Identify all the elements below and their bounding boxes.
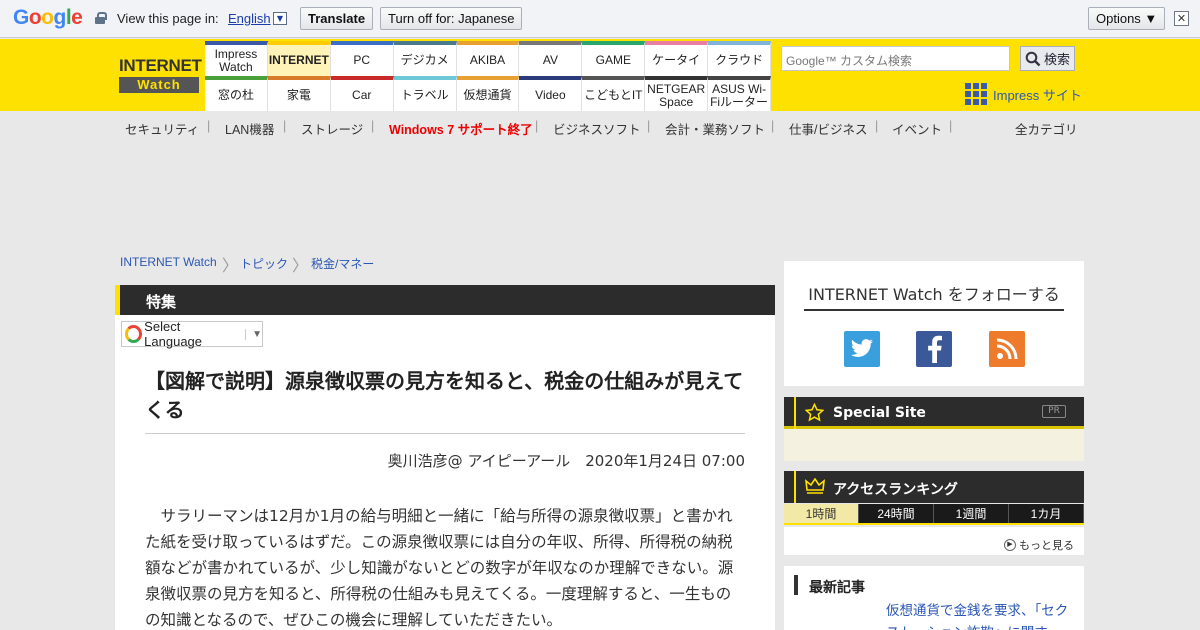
category-link[interactable]: 会計・業務ソフト <box>665 119 765 138</box>
turn-off-button[interactable]: Turn off for: Japanese <box>380 7 523 30</box>
follow-box: INTERNET Watch をフォローする <box>784 261 1084 386</box>
tab-24hours[interactable]: 24時間 <box>859 504 934 523</box>
nav-item[interactable]: デジカメ <box>393 41 457 76</box>
category-link[interactable]: イベント <box>892 119 942 138</box>
divider <box>145 433 745 434</box>
latest-articles: 最新記事 仮想通貨で金銭を要求、「セクストーション詐欺」に関す <box>784 566 1084 630</box>
nav-item[interactable]: トラベル <box>393 76 457 111</box>
star-icon <box>805 403 824 422</box>
article-title: 【図解で説明】源泉徴収票の見方を知ると、税金の仕組みが見えてくる <box>145 369 744 422</box>
ranking-tabs: 1時間 24時間 1週間 1カ月 <box>784 504 1084 525</box>
breadcrumb-link[interactable]: トピック <box>240 255 288 272</box>
nav-item[interactable]: NETGEAR Space <box>645 76 709 111</box>
facebook-icon[interactable] <box>916 331 952 367</box>
category-link[interactable]: LAN機器 <box>225 119 274 138</box>
latest-article-link[interactable]: 仮想通貨で金銭を要求、「セクストーション詐欺」に関す <box>886 600 1076 630</box>
search-input[interactable]: Google™ カスタム検索 <box>781 46 1010 71</box>
breadcrumb-link[interactable]: 税金/マネー <box>311 255 374 272</box>
translate-button[interactable]: Translate <box>300 7 374 30</box>
nav-item[interactable]: GAME <box>582 41 646 76</box>
nav-item[interactable]: こどもとIT <box>582 76 646 111</box>
search-icon <box>1025 51 1041 66</box>
nav-item[interactable]: 家電 <box>267 76 331 111</box>
nav-item[interactable]: クラウド <box>708 41 772 76</box>
article-thumbnail[interactable] <box>804 602 876 630</box>
ranking-header: アクセスランキング <box>784 471 1084 503</box>
breadcrumb-link[interactable]: INTERNET Watch <box>120 255 217 269</box>
category-link-highlight[interactable]: Windows 7 サポート終了 <box>389 119 533 138</box>
nav-item[interactable]: AV <box>519 41 583 76</box>
pr-badge: PR <box>1042 405 1066 418</box>
nav-item[interactable]: 窓の杜 <box>205 76 268 111</box>
crown-icon <box>805 478 825 494</box>
all-categories-link[interactable]: 全カテゴリ <box>1015 119 1078 138</box>
language-link[interactable]: English <box>228 11 271 26</box>
language-select[interactable]: Select Language ▼ <box>121 319 263 349</box>
category-bar: セキュリティ | LAN機器 | ストレージ | Windows 7 サポート終… <box>125 119 1078 138</box>
follow-title: INTERNET Watch をフォローする <box>808 285 1060 304</box>
article-body: サラリーマンは12月か1月の給与明細と一緒に「給与所得の源泉徴収票」と書かれた紙… <box>145 507 734 629</box>
view-page-label: View this page in: <box>117 11 219 26</box>
impress-site-link[interactable]: Impress サイト <box>965 83 1082 105</box>
search-button[interactable]: 検索 <box>1020 46 1075 71</box>
nav-item[interactable]: ASUS Wi-Fiルーター <box>708 76 772 111</box>
site-logo[interactable]: INTERNET Watch <box>119 57 202 95</box>
section-header: 特集 <box>115 285 775 315</box>
google-g-icon <box>125 325 143 343</box>
site-nav: Impress Watch INTERNET PC デジカメ AKIBA AV GAME ケー… <box>205 41 772 111</box>
nav-item[interactable]: PC <box>330 41 394 76</box>
lock-icon <box>95 12 107 24</box>
category-link[interactable]: 仕事/ビジネス <box>789 119 867 138</box>
close-icon[interactable]: ✕ <box>1174 11 1189 26</box>
nav-item[interactable]: 仮想通貨 <box>456 76 520 111</box>
language-dropdown-icon[interactable]: ▼ <box>273 12 287 25</box>
tab-1hour[interactable]: 1時間 <box>784 504 859 523</box>
tab-1week[interactable]: 1週間 <box>934 504 1009 523</box>
nav-item[interactable]: Impress Watch <box>205 41 268 76</box>
more-link[interactable]: ▶ もっと見る <box>1004 537 1074 553</box>
options-button[interactable]: Options ▼ <box>1088 7 1166 30</box>
chevron-right-icon: 〉 <box>292 258 309 275</box>
special-site-body <box>784 429 1084 461</box>
grid-icon <box>965 83 987 105</box>
nav-item[interactable]: AKIBA <box>456 41 520 76</box>
nav-item[interactable]: Car <box>330 76 394 111</box>
article-byline: 奥川浩彦@ アイピーアール 2020年1月24日 07:00 <box>387 452 745 470</box>
twitter-icon[interactable] <box>844 331 880 367</box>
google-logo: Google <box>13 6 83 29</box>
category-link[interactable]: ストレージ <box>301 119 363 138</box>
category-link[interactable]: セキュリティ <box>125 119 199 138</box>
nav-item[interactable]: ケータイ <box>645 41 709 76</box>
chevron-down-icon: ▼ <box>245 328 262 340</box>
special-site-header: Special Site PR <box>784 397 1084 429</box>
category-link[interactable]: ビジネスソフト <box>553 119 641 138</box>
ranking-body: ▶ もっと見る <box>784 527 1084 555</box>
play-icon: ▶ <box>1004 539 1016 551</box>
rss-icon[interactable] <box>989 331 1025 367</box>
translate-bar: Google View this page in: English ▼ Tran… <box>0 0 1200 38</box>
article: 特集 Select Language ▼ 【図解で説明】源泉徴収票の見方を知ると… <box>115 285 775 630</box>
tab-1month[interactable]: 1カ月 <box>1009 504 1084 523</box>
nav-item[interactable]: INTERNET <box>267 41 331 76</box>
latest-title: 最新記事 <box>809 580 865 596</box>
chevron-right-icon: 〉 <box>222 258 239 275</box>
nav-item[interactable]: Video <box>519 76 583 111</box>
site-header: INTERNET Watch Impress Watch INTERNET PC デジ… <box>0 39 1200 111</box>
